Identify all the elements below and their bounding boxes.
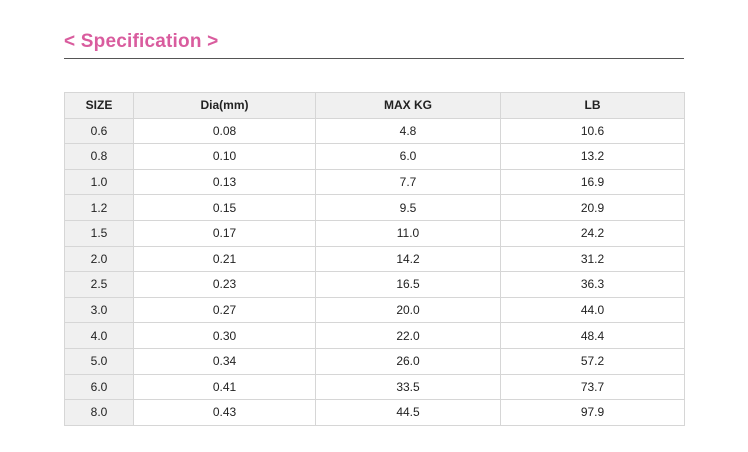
table-row: 2.0 0.21 14.2 31.2 xyxy=(64,245,685,273)
diameter-cell: 0.21 xyxy=(133,245,316,273)
table-row: 2.5 0.23 16.5 36.3 xyxy=(64,271,685,298)
lb-cell: 48.4 xyxy=(500,322,685,349)
specification-table: SIZE Dia(mm) MAX KG LB 0.6 0.08 4.8 10.6 0.8… xyxy=(64,92,685,426)
lb-cell: 24.2 xyxy=(500,219,685,247)
table-header-row: SIZE Dia(mm) MAX KG LB xyxy=(64,92,685,119)
diameter-cell: 0.13 xyxy=(133,168,316,196)
lb-cell: 97.9 xyxy=(500,399,685,426)
max-kg-cell: 11.0 xyxy=(315,219,501,247)
table-row: 1.2 0.15 9.5 20.9 xyxy=(64,194,685,221)
lb-cell: 57.2 xyxy=(500,347,685,375)
diameter-cell: 0.41 xyxy=(133,373,316,401)
size-cell: 2.5 xyxy=(64,271,134,298)
diameter-cell: 0.08 xyxy=(133,117,316,145)
table-row: 4.0 0.30 22.0 48.4 xyxy=(64,322,685,349)
size-cell: 1.0 xyxy=(64,168,134,196)
size-cell: 4.0 xyxy=(64,322,134,349)
size-cell: 3.0 xyxy=(64,296,134,324)
table-row: 6.0 0.41 33.5 73.7 xyxy=(64,373,685,401)
max-kg-cell: 4.8 xyxy=(315,117,501,145)
size-cell: 1.2 xyxy=(64,194,134,221)
lb-cell: 16.9 xyxy=(500,168,685,196)
diameter-cell: 0.34 xyxy=(133,347,316,375)
size-cell: 8.0 xyxy=(64,399,134,426)
column-header-size: SIZE xyxy=(64,92,134,119)
diameter-cell: 0.43 xyxy=(133,399,316,426)
table-row: 0.8 0.10 6.0 13.2 xyxy=(64,143,685,170)
diameter-cell: 0.30 xyxy=(133,322,316,349)
table-row: 5.0 0.34 26.0 57.2 xyxy=(64,347,685,375)
heading-divider xyxy=(64,58,684,59)
max-kg-cell: 7.7 xyxy=(315,168,501,196)
max-kg-cell: 9.5 xyxy=(315,194,501,221)
lb-cell: 20.9 xyxy=(500,194,685,221)
diameter-cell: 0.17 xyxy=(133,219,316,247)
size-cell: 0.6 xyxy=(64,117,134,145)
diameter-cell: 0.10 xyxy=(133,143,316,170)
lb-cell: 31.2 xyxy=(500,245,685,273)
max-kg-cell: 14.2 xyxy=(315,245,501,273)
lb-cell: 36.3 xyxy=(500,271,685,298)
lb-cell: 10.6 xyxy=(500,117,685,145)
diameter-cell: 0.15 xyxy=(133,194,316,221)
max-kg-cell: 26.0 xyxy=(315,347,501,375)
diameter-cell: 0.27 xyxy=(133,296,316,324)
size-cell: 6.0 xyxy=(64,373,134,401)
lb-cell: 44.0 xyxy=(500,296,685,324)
max-kg-cell: 16.5 xyxy=(315,271,501,298)
max-kg-cell: 33.5 xyxy=(315,373,501,401)
size-cell: 5.0 xyxy=(64,347,134,375)
column-header-diameter: Dia(mm) xyxy=(133,92,316,119)
max-kg-cell: 6.0 xyxy=(315,143,501,170)
table-row: 3.0 0.27 20.0 44.0 xyxy=(64,296,685,324)
table-row: 1.0 0.13 7.7 16.9 xyxy=(64,168,685,196)
size-cell: 2.0 xyxy=(64,245,134,273)
max-kg-cell: 20.0 xyxy=(315,296,501,324)
lb-cell: 73.7 xyxy=(500,373,685,401)
table-row: 8.0 0.43 44.5 97.9 xyxy=(64,399,685,426)
table-row: 1.5 0.17 11.0 24.2 xyxy=(64,219,685,247)
lb-cell: 13.2 xyxy=(500,143,685,170)
size-cell: 1.5 xyxy=(64,219,134,247)
column-header-lb: LB xyxy=(500,92,685,119)
section-heading: < Specification > xyxy=(64,31,219,52)
table-body: 0.6 0.08 4.8 10.6 0.8 0.10 6.0 13.2 1.0 0.13 7.7 16… xyxy=(64,117,685,426)
column-header-max-kg: MAX KG xyxy=(315,92,501,119)
diameter-cell: 0.23 xyxy=(133,271,316,298)
size-cell: 0.8 xyxy=(64,143,134,170)
max-kg-cell: 22.0 xyxy=(315,322,501,349)
max-kg-cell: 44.5 xyxy=(315,399,501,426)
table-row: 0.6 0.08 4.8 10.6 xyxy=(64,117,685,145)
